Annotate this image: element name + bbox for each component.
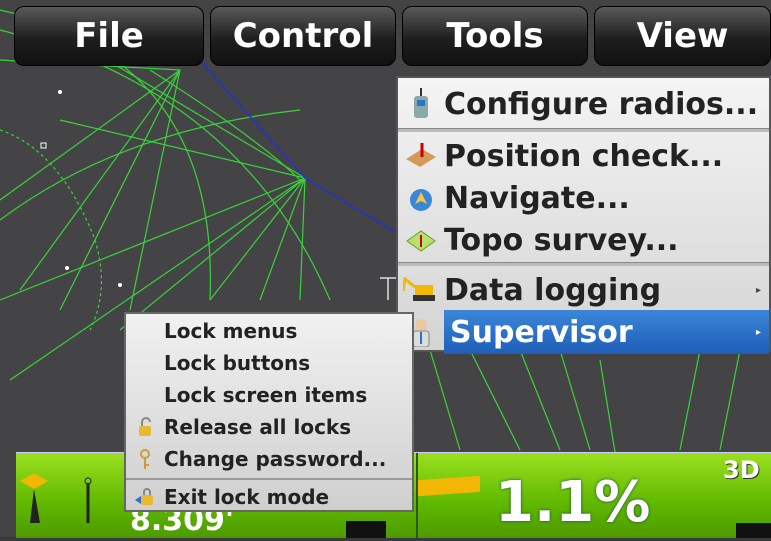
menu-item-lock-menus[interactable]: Lock menus — [126, 316, 412, 346]
submenu-arrow-icon: ▸ — [755, 326, 761, 338]
excavator-icon — [398, 277, 444, 303]
radio-icon — [398, 88, 444, 120]
menu-item-release-all-locks[interactable]: Release all locks — [126, 412, 412, 442]
status-divider — [416, 453, 418, 538]
grade-bar — [418, 475, 480, 497]
status-box — [736, 523, 771, 538]
menu-item-configure-radios[interactable]: Configure radios... — [398, 82, 769, 126]
machine-status-icons — [20, 473, 92, 523]
grade-percent-readout: 1.1% — [495, 470, 651, 535]
unlock-icon — [126, 417, 164, 437]
mode-indicator: 3D — [723, 456, 760, 484]
menu-item-navigate[interactable]: Navigate... — [398, 176, 769, 220]
menu-item-data-logging[interactable]: Data logging ▸ — [398, 268, 769, 312]
file-menu-button[interactable]: File — [14, 6, 204, 66]
topo-survey-icon — [398, 227, 444, 253]
menu-separator — [126, 478, 412, 480]
position-check-icon — [398, 143, 444, 169]
control-menu-button[interactable]: Control — [210, 6, 396, 66]
mast-icon — [30, 489, 40, 523]
menu-item-position-check[interactable]: Position check... — [398, 134, 769, 178]
menu-item-exit-lock-mode[interactable]: Exit lock mode — [126, 482, 412, 512]
tools-menu-button[interactable]: Tools — [402, 6, 588, 66]
keys-icon — [126, 448, 164, 470]
view-menu-button[interactable]: View — [594, 6, 771, 66]
menu-item-change-password[interactable]: Change password... — [126, 444, 412, 474]
menu-separator — [398, 128, 769, 132]
blade-icon — [20, 473, 48, 489]
status-box — [346, 521, 386, 538]
menu-item-topo-survey[interactable]: Topo survey... — [398, 218, 769, 262]
exit-lock-icon — [126, 487, 164, 507]
menu-item-lock-buttons[interactable]: Lock buttons — [126, 348, 412, 378]
navigate-icon — [398, 183, 444, 213]
submenu-arrow-icon: ▸ — [755, 284, 761, 296]
menu-item-supervisor[interactable]: Supervisor ▸ — [444, 310, 769, 354]
menu-item-lock-screen-items[interactable]: Lock screen items — [126, 380, 412, 410]
tools-dropdown-menu: Configure radios... Position check... Na… — [396, 76, 771, 354]
supervisor-submenu: Lock menus Lock buttons Lock screen item… — [124, 312, 414, 512]
menu-separator — [398, 262, 769, 266]
